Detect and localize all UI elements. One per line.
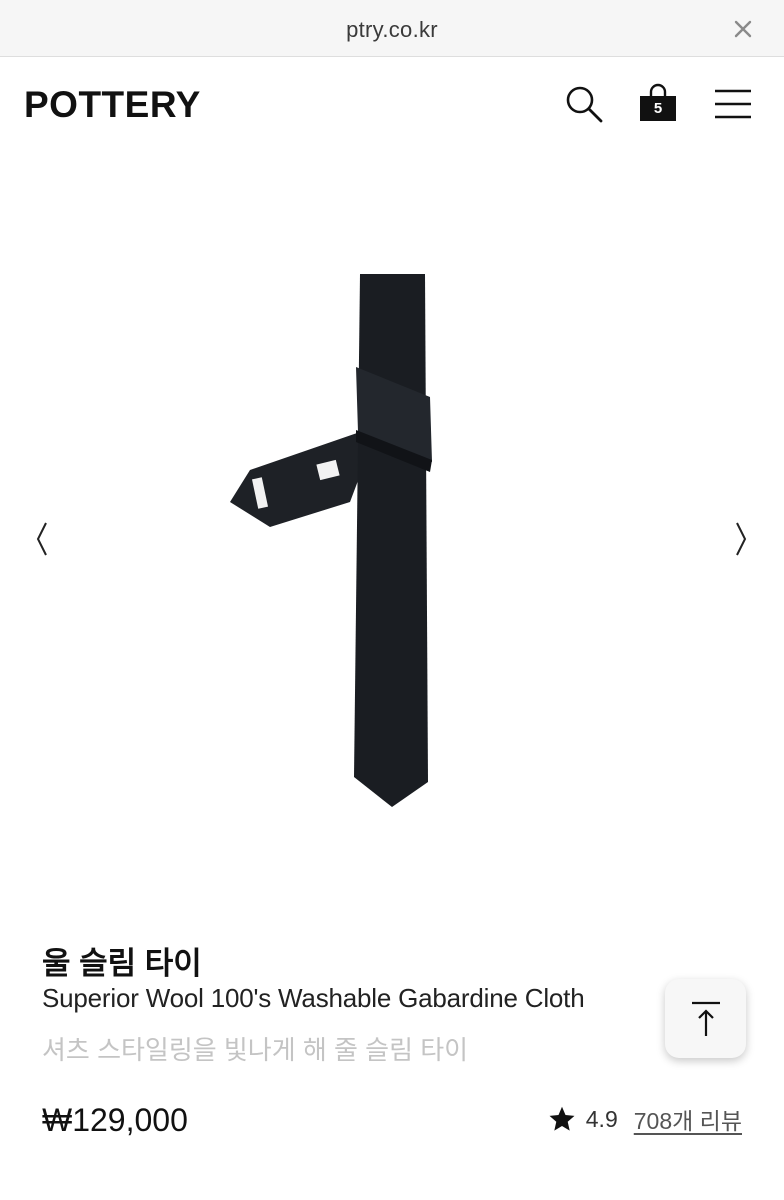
rating-value: 4.9 xyxy=(585,1105,618,1132)
product-image xyxy=(230,274,432,807)
site-logo[interactable]: POTTERY xyxy=(24,84,201,126)
site-header: POTTERY 5 xyxy=(0,57,784,152)
url-text[interactable]: ptry.co.kr xyxy=(0,17,784,43)
reviews-link[interactable]: 708개 리뷰 xyxy=(634,1102,742,1136)
hamburger-menu-icon[interactable] xyxy=(714,88,752,120)
product-rating: 4.9 708개 리뷰 xyxy=(548,1102,742,1136)
star-icon xyxy=(549,1106,575,1131)
browser-url-bar[interactable]: ptry.co.kr xyxy=(0,0,784,57)
search-icon[interactable] xyxy=(564,84,604,124)
chevron-right-icon[interactable] xyxy=(731,519,751,559)
scroll-to-top-button[interactable] xyxy=(665,979,746,1058)
product-title: 울 슬림 타이 xyxy=(42,946,202,981)
chevron-left-icon[interactable] xyxy=(32,519,52,559)
product-tagline: 셔츠 스타일링을 빛나게 해 줄 슬림 타이 xyxy=(42,1035,469,1065)
close-icon[interactable] xyxy=(732,18,754,40)
cart-button[interactable]: 5 xyxy=(638,83,678,123)
cart-count-badge: 5 xyxy=(653,100,663,117)
product-subtitle: Superior Wool 100's Washable Gabardine C… xyxy=(42,983,585,1013)
scroll-to-top-icon xyxy=(691,1001,720,1036)
product-image-gallery[interactable] xyxy=(0,152,784,922)
product-price: ₩129,000 xyxy=(42,1102,188,1138)
